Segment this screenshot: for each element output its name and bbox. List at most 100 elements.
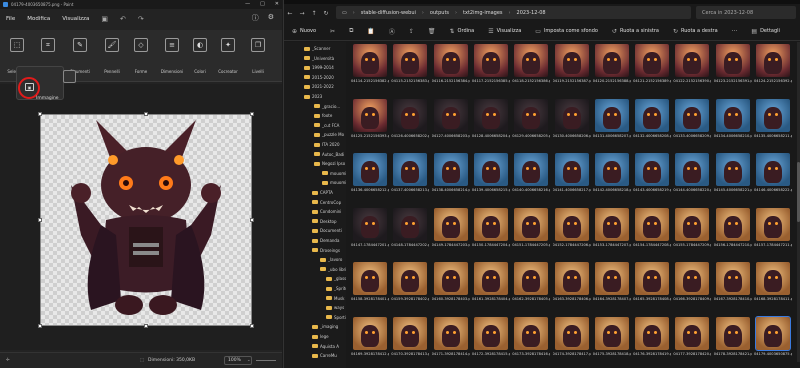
nav-item[interactable]: lege [312,334,329,339]
file-item[interactable]: 04151-1784447205.png [512,207,550,254]
resize-handle[interactable] [144,112,148,116]
menu-visualizza[interactable]: Visualizza [62,16,89,22]
nav-item[interactable]: _Spritex [326,286,346,291]
nav-item[interactable]: 2023 [304,94,322,99]
file-item[interactable]: 04169-3928178412.png [351,316,389,363]
file-item[interactable]: 04164-3928178407.png [593,262,631,308]
resize-handle[interactable] [250,112,254,116]
file-item[interactable]: 04153-1784447207.png [593,207,631,254]
ribbon-cocreator[interactable]: ✦ Cocreator [213,34,243,78]
file-item[interactable]: 04121-2152156389.png [633,44,671,90]
nav-item[interactable]: CarreMu [312,353,337,358]
file-item[interactable]: 04115-2152156383.png [391,44,429,90]
file-item[interactable]: 04146-4006658222.png [754,153,792,199]
zoom-select[interactable]: 100% ⌄ [224,356,252,365]
nav-item[interactable]: _ubo libri [320,267,346,272]
image-menu-icon[interactable]: ▣ [25,83,34,91]
file-item[interactable]: 04133-4006658209.png [673,98,711,145]
file-item[interactable]: 04175-3928178418.png [593,316,631,363]
resize-handle[interactable] [250,324,254,328]
file-item[interactable]: 04140-4006658216.png [512,153,550,199]
nav-item[interactable]: Demanda [312,238,339,243]
file-item[interactable]: 04138-4006658214.png [432,153,470,199]
up-icon[interactable]: ↑ [308,10,320,17]
file-item[interactable]: 04162-3928178405.png [512,262,550,308]
breadcrumb-item[interactable]: stable-diffusion-webui [361,10,416,16]
file-item[interactable]: 04165-3928178408.png [633,262,671,308]
image-menu-label[interactable]: Immagine [36,96,59,101]
breadcrumb-item[interactable]: outputs [430,10,449,16]
info-icon[interactable]: ⓘ [252,13,259,23]
nav-item[interactable]: Aquista A [312,344,339,349]
nav-item[interactable]: _glass [326,276,346,281]
more-icon[interactable]: ··· [732,28,738,35]
file-item[interactable]: 04125-2152156393.png [351,98,389,145]
nav-item[interactable]: _Università [304,56,334,61]
paste-icon[interactable]: 📋 [367,28,374,35]
file-item[interactable]: 04139-4006658215.png [472,153,510,199]
file-item[interactable]: 04134-4006658210.png [714,98,752,145]
drawing-canvas[interactable] [38,112,254,328]
back-icon[interactable]: ← [284,10,296,17]
file-item[interactable]: 04171-3928178414.png [432,316,470,363]
share-icon[interactable]: ⇪ [409,28,414,35]
nav-item[interactable]: _puzzle Mo [314,132,344,137]
redo-icon[interactable]: ↷ [138,15,144,23]
delete-icon[interactable]: 🗑 [428,28,436,35]
file-item[interactable]: 04154-1784447208.png [633,207,671,254]
file-item[interactable]: 04145-4006658221.png [714,153,752,199]
nav-item[interactable]: _lavoro [320,257,342,262]
file-item[interactable]: 04141-4006658217.png [553,153,591,199]
file-item[interactable]: 04179-4003650875.png [754,315,792,363]
file-item[interactable]: 04122-2152156390.png [673,44,711,90]
file-item[interactable]: 04117-2152156385.png [472,44,510,90]
nav-item[interactable]: _imaging [312,324,338,329]
file-item[interactable]: 04159-3928178402.png [391,262,429,308]
save-icon[interactable]: ▣ [101,15,108,23]
file-item[interactable]: 04119-2152156387.png [553,44,591,90]
copy-icon[interactable]: ⧉ [349,27,353,35]
file-item[interactable]: 04170-3928178413.png [391,316,429,363]
nav-item[interactable]: Documenti [312,228,342,233]
file-item[interactable]: 04124-2152156392.png [754,44,792,90]
file-item[interactable]: 04120-2152156388.png [593,44,631,90]
file-item[interactable]: 04143-4006658219.png [633,153,671,199]
search-input[interactable]: Cerca in 2023-12-08 [696,6,796,19]
file-item[interactable]: 04132-4006658208.png [633,98,671,145]
nav-item[interactable]: _cut FCA [314,123,339,128]
undo-icon[interactable]: ↶ [120,15,126,23]
view-button[interactable]: ☰ Visualizza [488,28,521,35]
nav-item[interactable]: ways [326,305,344,310]
file-item[interactable]: 04137-4006658213.png [391,153,429,199]
nav-item[interactable]: CentroCop [312,200,341,205]
nav-item[interactable]: 2021-2022 [304,84,334,89]
file-item[interactable]: 04148-1784447202.png [391,207,429,254]
sort-button[interactable]: ⇅ Ordina [450,28,475,35]
file-item[interactable]: 04178-3928178421.png [714,316,752,363]
nav-item[interactable]: foote [314,113,332,118]
file-item[interactable]: 04158-3928178401.png [351,262,389,308]
file-item[interactable]: 04168-3928178411.png [754,262,792,308]
file-item[interactable]: 04142-4006658218.png [593,153,631,199]
nav-item[interactable]: Negozi Ipso [314,161,345,166]
file-item[interactable]: 04129-4006658205.png [512,98,550,145]
forward-icon[interactable]: → [296,10,308,17]
file-item[interactable]: 04131-4006658207.png [593,98,631,145]
nav-item[interactable]: _gracio... [314,104,340,109]
file-item[interactable]: 04150-1784447204.png [472,207,510,254]
nav-item[interactable]: Desktop [312,219,337,224]
file-item[interactable]: 04156-1784447210.png [714,207,752,254]
maximize-button[interactable]: □ [260,1,265,7]
menu-modifica[interactable]: Modifica [27,16,50,22]
minimize-button[interactable]: — [245,1,250,7]
rename-icon[interactable]: Ⓐ [389,27,395,36]
file-item[interactable]: 04149-1784447203.png [432,207,470,254]
nav-item[interactable]: _Scanner [304,46,330,51]
close-button[interactable]: ✕ [275,1,279,7]
file-item[interactable]: 04152-1784447206.png [553,207,591,254]
file-item[interactable]: 04174-3928178417.png [553,316,591,363]
file-item[interactable]: 04135-4006658211.png [754,98,792,145]
details-button[interactable]: ▤ Dettagli [751,28,780,35]
file-item[interactable]: 04167-3928178410.png [714,262,752,308]
nav-item[interactable]: Autoc_Badi [314,152,344,157]
